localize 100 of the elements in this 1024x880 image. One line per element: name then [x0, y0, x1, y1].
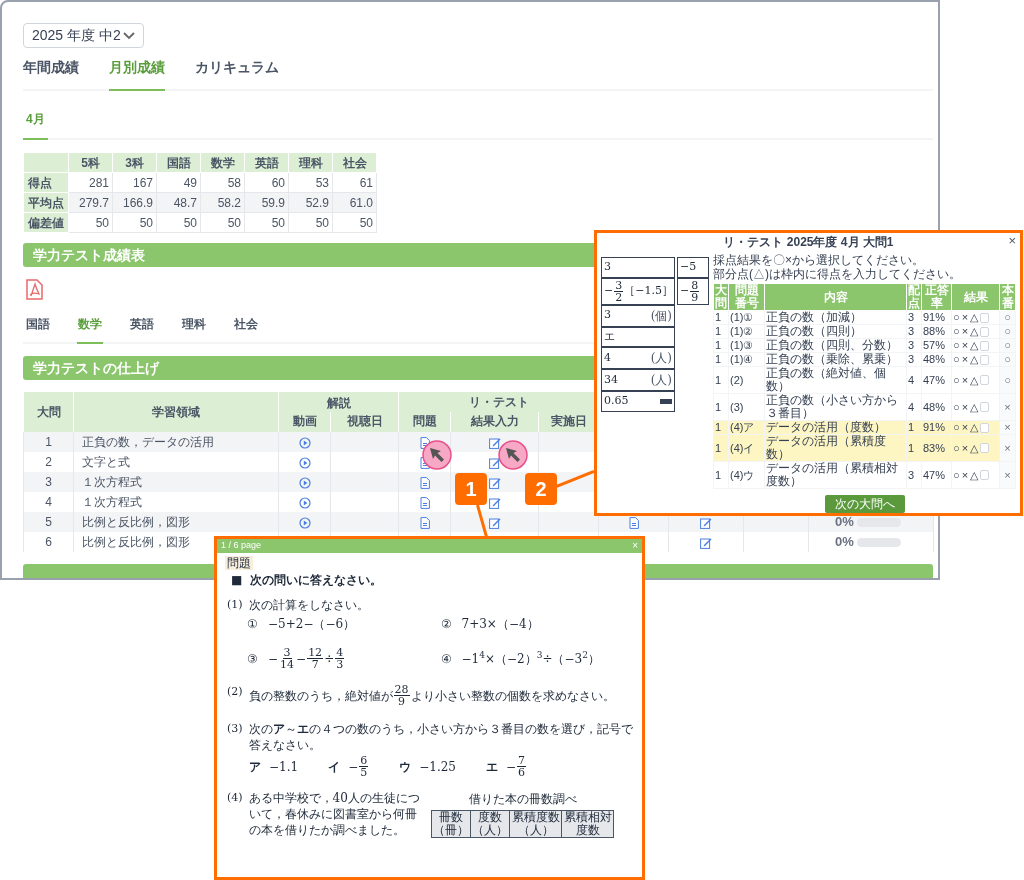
question-text: 次の計算をしなさい。 — [248, 597, 369, 613]
progress-text: 0% — [835, 513, 854, 532]
play-icon[interactable] — [298, 456, 311, 469]
subject-tab[interactable]: 英語 — [129, 315, 155, 344]
table-cell: 1 — [906, 420, 922, 435]
score-input[interactable] — [980, 443, 990, 453]
edit-icon[interactable] — [488, 476, 501, 489]
mark-option[interactable]: △ — [970, 312, 979, 323]
table-cell: 正負の数（四則） — [764, 324, 907, 339]
table-cell: 1 — [713, 434, 729, 462]
mark-option[interactable]: ○ — [953, 442, 960, 454]
play-icon[interactable] — [298, 516, 311, 529]
document-icon[interactable] — [628, 516, 639, 529]
option-label: エ — [486, 758, 498, 776]
table-cell: 1 — [713, 324, 729, 339]
table-cell: 3 — [906, 310, 922, 325]
score-input[interactable] — [980, 354, 990, 365]
pdf-icon[interactable] — [25, 279, 43, 300]
edit-icon[interactable] — [488, 436, 501, 449]
row-header: 偏差値 — [23, 212, 69, 233]
mark-option[interactable]: ○ — [953, 422, 960, 433]
mark-option[interactable]: × — [961, 374, 969, 386]
item-number: ③ — [247, 650, 258, 668]
mark-option[interactable]: × — [961, 326, 969, 337]
subject-tab[interactable]: 理科 — [181, 315, 207, 344]
table-cell: 6 — [23, 532, 74, 552]
mark-option[interactable]: × — [961, 442, 969, 454]
column-header: 動画 — [278, 412, 331, 432]
score-input[interactable] — [980, 340, 990, 351]
table-cell: (1)④ — [728, 352, 765, 367]
table-cell: 1 — [713, 420, 729, 435]
table-cell: (4)ア — [728, 420, 765, 435]
document-icon[interactable] — [419, 516, 430, 529]
mark-option[interactable]: △ — [970, 401, 979, 413]
mark-option[interactable]: ○ — [953, 312, 960, 323]
table-cell: 1 — [713, 461, 729, 489]
edit-icon[interactable] — [700, 516, 712, 529]
table-cell: 正負の数（乗除、累乗） — [764, 352, 907, 367]
play-icon[interactable] — [298, 496, 311, 509]
tab[interactable]: 年間成績 — [23, 57, 79, 91]
table-cell: 1 — [713, 393, 729, 421]
mark-option[interactable]: × — [961, 469, 969, 481]
mark-option[interactable]: △ — [970, 340, 979, 351]
score-input[interactable] — [980, 402, 990, 412]
mark-option[interactable]: ○ — [953, 469, 960, 481]
option-label: ウ — [399, 758, 412, 776]
score-input[interactable] — [980, 422, 990, 433]
row-header: 得点 — [23, 172, 69, 193]
answer-box: 3 (個) — [601, 304, 675, 327]
item-number: ④ — [440, 650, 452, 668]
subject-tab[interactable]: 社会 — [233, 315, 259, 344]
mark-option[interactable]: △ — [970, 422, 979, 433]
mark-option[interactable]: × — [961, 422, 969, 433]
mark-option[interactable]: ○ — [953, 354, 960, 365]
mark-option[interactable]: △ — [970, 442, 979, 454]
table-cell: データの活用（度数） — [764, 420, 907, 435]
play-icon[interactable] — [298, 436, 311, 449]
table-cell: データの活用（累積度数） — [764, 434, 907, 462]
mark-option[interactable]: × — [961, 340, 969, 351]
table-cell: (2) — [728, 366, 765, 394]
document-icon[interactable] — [419, 476, 430, 489]
mark-option[interactable]: △ — [970, 469, 979, 481]
expression: −5+2−（−6） — [268, 616, 356, 633]
score-input[interactable] — [980, 312, 990, 323]
mark-option[interactable]: ○ — [953, 401, 960, 413]
progress-bar — [856, 517, 901, 527]
tab[interactable]: カリキュラム — [195, 57, 279, 91]
mark-option[interactable]: × — [961, 401, 969, 413]
edit-icon[interactable] — [700, 536, 712, 549]
mark-option[interactable]: ○ — [953, 326, 960, 337]
document-icon[interactable] — [419, 496, 430, 509]
table-title: 借りた本の冊数調べ — [468, 791, 577, 808]
column-header: 英語 — [244, 152, 289, 173]
edit-icon[interactable] — [488, 496, 501, 509]
mark-option[interactable]: × — [961, 354, 969, 365]
expression: −1.25 — [419, 758, 456, 776]
year-select[interactable]: 2025 年度 中2 — [23, 23, 144, 48]
column-header: 理科 — [288, 152, 333, 173]
mark-option[interactable]: ○ — [953, 340, 960, 351]
play-icon[interactable] — [298, 476, 311, 489]
edit-icon[interactable] — [488, 516, 501, 529]
score-input[interactable] — [980, 470, 990, 480]
score-input[interactable] — [980, 326, 990, 337]
table-cell: 3 — [906, 461, 922, 489]
answer-box: エ — [601, 326, 675, 347]
mark-option[interactable]: × — [961, 312, 969, 323]
edit-icon[interactable] — [488, 456, 501, 469]
table-cell: 正負の数（絶対値、個数） — [764, 366, 907, 394]
subject-tab[interactable]: 国語 — [25, 315, 51, 344]
mark-option[interactable]: △ — [970, 354, 979, 365]
score-input[interactable] — [980, 375, 990, 385]
problem-heading: 次の問いに答えなさい。 — [250, 572, 383, 589]
column-header: 結果入力 — [450, 412, 539, 432]
mark-option[interactable]: △ — [970, 374, 979, 386]
close-button[interactable]: × — [1008, 234, 1016, 247]
callout-badge: 2 — [525, 473, 557, 505]
mark-option[interactable]: △ — [970, 326, 979, 337]
mark-option[interactable]: ○ — [953, 374, 960, 386]
expression: 7+3×（−4） — [461, 616, 539, 633]
column-header: 大問 — [23, 392, 74, 432]
